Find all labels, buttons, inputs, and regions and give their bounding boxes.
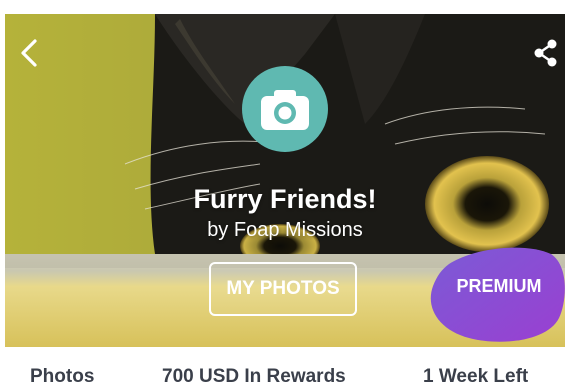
camera-icon — [261, 90, 309, 130]
mission-title: Furry Friends! — [193, 184, 377, 214]
camera-badge — [242, 66, 328, 152]
back-button[interactable] — [15, 36, 45, 70]
my-photos-button[interactable]: MY PHOTOS — [209, 262, 357, 316]
chevron-left-icon — [21, 39, 37, 67]
premium-badge[interactable]: PREMIUM — [429, 276, 565, 297]
mission-hero: Furry Friends! by Foap Missions MY PHOTO… — [5, 14, 565, 347]
mission-stats: Photos 700 USD In Rewards 1 Week Left — [0, 366, 565, 387]
share-icon — [534, 39, 557, 67]
mission-subtitle: by Foap Missions — [207, 219, 363, 241]
share-button[interactable] — [531, 36, 561, 70]
